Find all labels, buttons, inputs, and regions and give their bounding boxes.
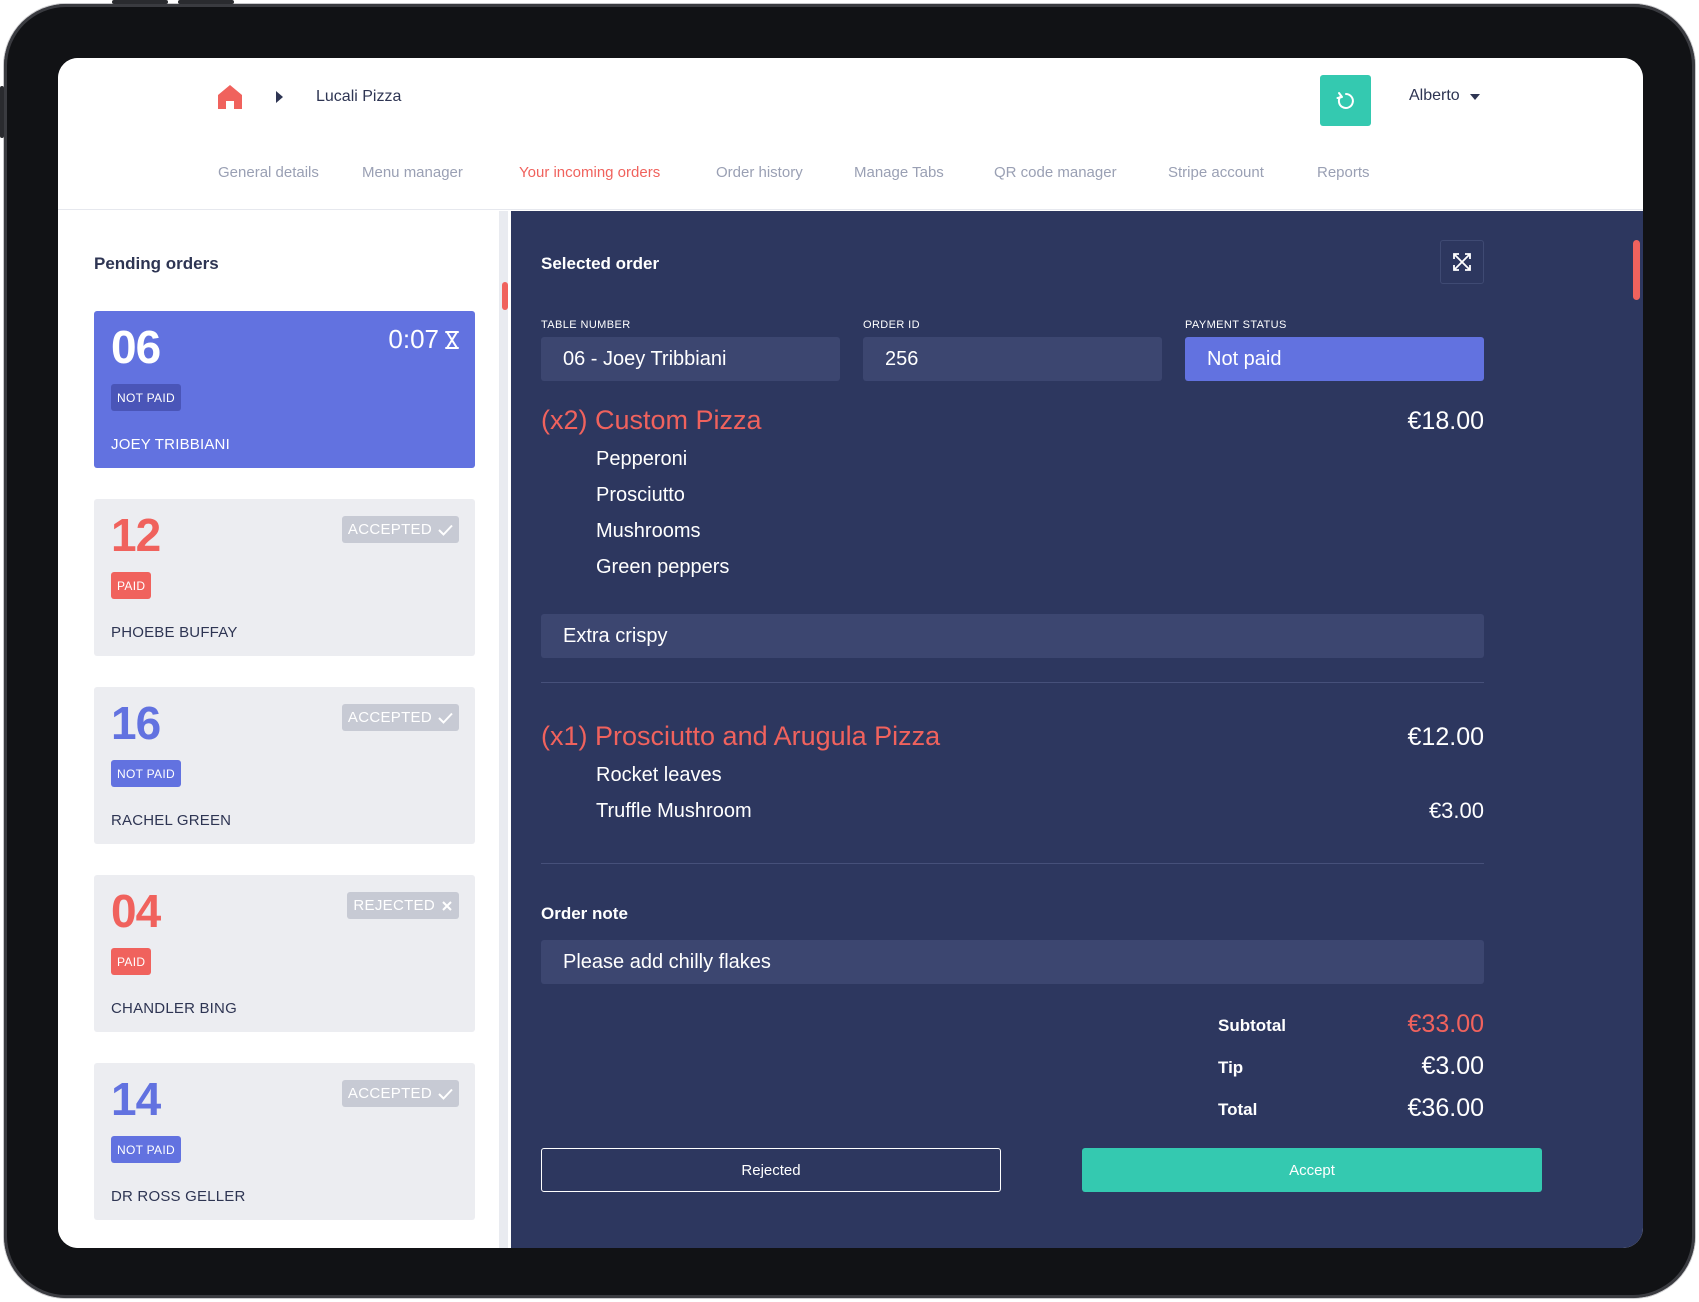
pending-scrollbar-thumb[interactable]	[502, 282, 508, 310]
chevron-down-icon	[1469, 94, 1480, 100]
status-badge: REJECTED	[347, 892, 459, 919]
selected-order-panel: Selected order TABLE NUMBER 06 - Joey Tr…	[511, 211, 1643, 1248]
tablet-volume-button	[178, 0, 234, 4]
customer-name: JOEY TRIBBIANI	[111, 436, 230, 453]
status-badge: ACCEPTED	[341, 1080, 459, 1107]
close-icon	[442, 900, 452, 911]
order-item-title: (x1) Prosciutto and Arugula Pizza	[541, 721, 941, 751]
top-header: Lucali Pizza Alberto General details Men…	[58, 58, 1643, 210]
refresh-icon	[1336, 91, 1354, 109]
order-card[interactable]: 12 ACCEPTED PAID PHOEBE BUFFAY	[94, 499, 475, 656]
tab-reports[interactable]: Reports	[1317, 164, 1370, 181]
payment-badge: NOT PAID	[111, 760, 181, 787]
payment-status-label: PAYMENT STATUS	[1185, 319, 1287, 331]
pending-orders-panel: Pending orders 06 0:07 NOT PAID JOEY TRI…	[58, 211, 499, 1248]
order-note: Please add chilly flakes	[541, 940, 1484, 984]
order-note-title: Order note	[541, 904, 628, 923]
status-badge: ACCEPTED	[341, 516, 459, 543]
tip-value: €3.00	[1421, 1052, 1484, 1080]
breadcrumb-restaurant-name[interactable]: Lucali Pizza	[316, 88, 401, 106]
order-table-number: 16	[111, 697, 161, 749]
status-badge: ACCEPTED	[341, 704, 459, 731]
selected-order-title: Selected order	[541, 254, 660, 273]
total-value: €36.00	[1407, 1094, 1484, 1122]
breadcrumb-chevron-icon	[276, 91, 283, 103]
payment-status-field[interactable]: Not paid	[1185, 337, 1484, 381]
item-modifier: Pepperoni	[596, 448, 688, 470]
payment-badge: PAID	[111, 948, 152, 975]
tip-label: Tip	[1218, 1058, 1244, 1077]
status-label: ACCEPTED	[347, 709, 432, 726]
home-icon[interactable]	[215, 82, 245, 112]
accept-button[interactable]: Accept	[1082, 1148, 1542, 1192]
expand-icon	[1453, 253, 1471, 271]
order-item-price: €18.00	[1407, 407, 1484, 435]
item-note: Extra crispy	[541, 614, 1484, 658]
order-card[interactable]: 06 0:07 NOT PAID JOEY TRIBBIANI	[94, 311, 475, 468]
order-item-price: €12.00	[1407, 723, 1484, 751]
item-modifier: Truffle Mushroom	[596, 800, 752, 822]
order-table-number: 06	[111, 321, 161, 373]
tab-qr-code-manager[interactable]: QR code manager	[994, 164, 1117, 181]
subtotal-value: €33.00	[1407, 1010, 1484, 1038]
total-label: Total	[1218, 1100, 1258, 1119]
order-card[interactable]: 04 REJECTED PAID CHANDLER BING	[94, 875, 475, 1032]
tablet-volume-button	[112, 0, 168, 4]
customer-name: PHOEBE BUFFAY	[111, 624, 238, 641]
item-divider	[541, 863, 1484, 864]
payment-badge: PAID	[111, 572, 152, 599]
expand-button[interactable]	[1440, 240, 1484, 284]
customer-name: DR ROSS GELLER	[111, 1188, 246, 1205]
user-name: Alberto	[1409, 87, 1460, 104]
check-icon	[438, 1088, 453, 1100]
subtotal-label: Subtotal	[1218, 1016, 1286, 1035]
refresh-button[interactable]	[1320, 75, 1371, 126]
pending-orders-title: Pending orders	[94, 254, 219, 273]
tab-incoming-orders[interactable]: Your incoming orders	[519, 164, 660, 181]
order-card[interactable]: 16 ACCEPTED NOT PAID RACHEL GREEN	[94, 687, 475, 844]
order-timer: 0:07	[388, 324, 459, 355]
item-divider	[541, 682, 1484, 683]
tablet-side-button	[0, 86, 4, 138]
selected-scrollbar-thumb[interactable]	[1633, 240, 1640, 300]
order-table-number: 04	[111, 885, 161, 937]
item-modifier: Prosciutto	[596, 484, 685, 506]
status-label: REJECTED	[353, 897, 435, 914]
status-label: ACCEPTED	[347, 521, 432, 538]
tab-order-history[interactable]: Order history	[716, 164, 803, 181]
order-table-number: 14	[111, 1073, 161, 1125]
modifier-price: €3.00	[1428, 798, 1484, 823]
customer-name: RACHEL GREEN	[111, 812, 232, 829]
check-icon	[438, 524, 453, 536]
pending-scrollbar-track[interactable]	[499, 211, 508, 1248]
order-id-field: 256	[863, 337, 1162, 381]
order-card[interactable]: 14 ACCEPTED NOT PAID DR ROSS GELLER	[94, 1063, 475, 1220]
order-item-title: (x2) Custom Pizza	[541, 405, 762, 435]
table-number-label: TABLE NUMBER	[541, 319, 631, 331]
order-id-label: ORDER ID	[863, 319, 920, 331]
main-nav: General details Menu manager Your incomi…	[58, 164, 1643, 200]
screen: Lucali Pizza Alberto General details Men…	[58, 58, 1643, 1248]
status-label: ACCEPTED	[347, 1085, 432, 1102]
reject-button[interactable]: Rejected	[541, 1148, 1001, 1192]
tab-menu-manager[interactable]: Menu manager	[362, 164, 463, 181]
tab-general-details[interactable]: General details	[218, 164, 319, 181]
payment-badge: NOT PAID	[111, 1136, 181, 1163]
tab-manage-tabs[interactable]: Manage Tabs	[854, 164, 944, 181]
item-modifier: Mushrooms	[596, 520, 701, 542]
order-timer-value: 0:07	[388, 324, 439, 354]
item-modifier: Rocket leaves	[596, 764, 722, 786]
customer-name: CHANDLER BING	[111, 1000, 237, 1017]
item-modifier: Green peppers	[596, 556, 730, 578]
tab-stripe-account[interactable]: Stripe account	[1168, 164, 1264, 181]
payment-badge: NOT PAID	[111, 384, 181, 411]
table-number-field: 06 - Joey Tribbiani	[541, 337, 840, 381]
user-menu[interactable]: Alberto	[1409, 87, 1480, 105]
hourglass-icon	[445, 330, 459, 349]
order-table-number: 12	[111, 509, 161, 561]
check-icon	[438, 712, 453, 724]
